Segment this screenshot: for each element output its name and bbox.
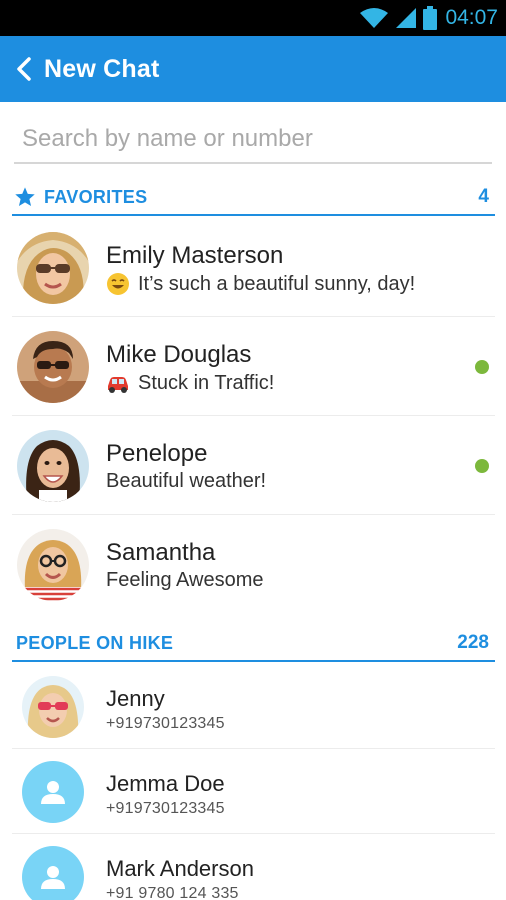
favorites-header: FAVORITES 4 [12,180,495,216]
online-indicator [475,459,489,473]
favorites-title: FAVORITES [44,186,148,207]
contact-status: Stuck in Traffic! [106,371,274,395]
contact-name: Emily Masterson [106,242,284,269]
default-user-icon [22,761,84,823]
favorite-item-mike-douglas[interactable]: Mike Douglas Stuck in Traffic! [12,317,495,416]
status-text: It’s such a beautiful sunny, day! [138,272,416,295]
online-indicator [475,360,489,374]
contact-item-jemma-doe[interactable]: Jemma Doe +919730123345 [12,749,495,834]
status-text: Beautiful weather! [106,470,267,492]
contact-status: Beautiful weather! [106,470,266,493]
wifi-icon [360,8,389,28]
avatar [17,529,89,601]
smile-emoji-icon [107,273,129,295]
contact-name: Penelope [106,440,208,467]
status-icons: 04:07 [359,4,498,32]
contact-status: Feeling Awesome [106,569,264,592]
contact-status: It’s such a beautiful sunny, day! [106,272,415,296]
contact-name: Samantha [106,539,216,566]
status-time: 04:07 [445,6,498,29]
chevron-left-icon[interactable] [8,36,40,102]
avatar [17,331,89,403]
people-on-hike-header: PEOPLE ON HIKE 228 [12,626,495,662]
avatar [17,232,89,304]
star-icon [15,187,35,206]
page-title: New Chat [44,54,160,83]
search-field [14,116,492,164]
favorite-item-emily-masterson[interactable]: Emily Masterson It’s such a beautiful su… [12,218,495,317]
contact-name: Mike Douglas [106,341,252,368]
contact-phone: +919730123345 [106,715,225,732]
status-text: Feeling Awesome [106,569,264,591]
battery-icon [423,6,438,30]
favorite-item-samantha[interactable]: Samantha Feeling Awesome [12,515,495,614]
contact-item-jenny[interactable]: Jenny +919730123345 [12,664,495,749]
people-on-hike-count: 228 [457,632,489,653]
contact-phone: +919730123345 [106,800,225,817]
contact-item-mark-anderson[interactable]: Mark Anderson +91 9780 124 335 [12,834,495,900]
app-bar: New Chat [0,36,506,102]
car-emoji-icon [108,377,128,393]
contact-name: Jenny [106,686,165,711]
favorite-item-penelope[interactable]: Penelope Beautiful weather! [12,416,495,515]
signal-icon [396,8,417,28]
default-user-icon [22,846,84,900]
status-text: Stuck in Traffic! [138,371,275,394]
status-bar: 04:07 [0,0,506,36]
contact-phone: +91 9780 124 335 [106,885,239,900]
contact-name: Mark Anderson [106,856,254,881]
contact-name: Jemma Doe [106,771,225,796]
avatar [17,430,89,502]
search-input[interactable] [14,116,492,162]
favorites-count: 4 [478,186,489,207]
avatar [22,676,84,738]
people-on-hike-title: PEOPLE ON HIKE [16,632,174,653]
